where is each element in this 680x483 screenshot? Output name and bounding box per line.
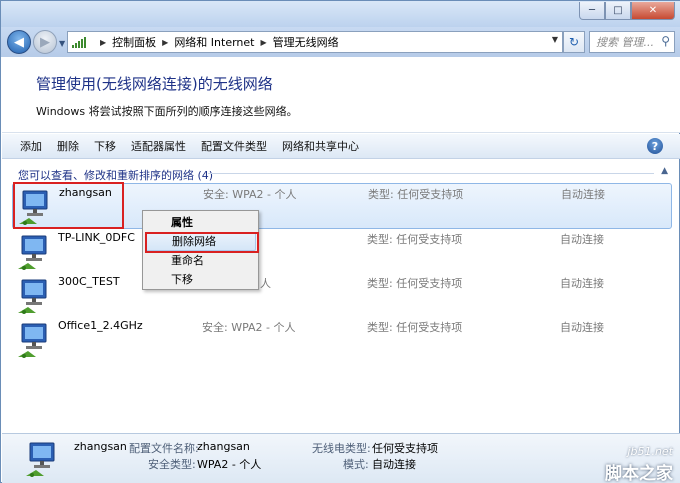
details-radio-label: 无线电类型: bbox=[312, 442, 371, 455]
network-row[interactable]: TP-LINK_0DFC 类型: 任何受支持项 自动连接 bbox=[12, 229, 672, 275]
search-placeholder: 搜索 管理... bbox=[596, 36, 654, 49]
details-pane: zhangsan 配置文件名称: zhangsan 无线电类型: 任何受支持项 … bbox=[2, 433, 680, 483]
maximize-button[interactable]: □ bbox=[605, 2, 631, 20]
group-label: 您可以查看、修改和重新排序的网络 (4) bbox=[18, 169, 214, 182]
close-button[interactable]: ✕ bbox=[631, 2, 675, 20]
address-bar[interactable]: ▶ 控制面板 ▶ 网络和 Internet ▶ 管理无线网络 ▼ bbox=[67, 31, 563, 53]
context-menu: 属性 删除网络 重命名 下移 bbox=[142, 210, 259, 290]
help-icon[interactable]: ? bbox=[647, 138, 663, 154]
recent-pages-chevron-icon[interactable]: ▼ bbox=[59, 39, 65, 48]
network-type: 类型: 任何受支持项 bbox=[367, 321, 463, 334]
refresh-button[interactable]: ↻ bbox=[563, 31, 585, 53]
network-group-header[interactable]: 您可以查看、修改和重新排序的网络 (4) ▲ bbox=[2, 161, 680, 183]
address-dropdown-icon[interactable]: ▼ bbox=[552, 35, 558, 44]
menu-item-rename[interactable]: 重命名 bbox=[145, 251, 256, 270]
breadcrumb-separator-icon: ▶ bbox=[162, 37, 169, 47]
add-button[interactable]: 添加 bbox=[20, 138, 42, 154]
details-security-label: 安全类型: bbox=[148, 458, 196, 471]
network-type: 类型: 任何受支持项 bbox=[368, 188, 464, 201]
network-security: 安全: WPA2 - 个人 bbox=[202, 321, 296, 334]
network-type: 类型: 任何受支持项 bbox=[367, 233, 463, 246]
collapse-icon[interactable]: ▲ bbox=[661, 166, 668, 176]
search-input[interactable]: 搜索 管理... ⚲ bbox=[589, 31, 675, 53]
back-button[interactable]: ◀ bbox=[7, 30, 31, 54]
menu-highlight-box bbox=[145, 232, 259, 253]
adapter-properties-button[interactable]: 适配器属性 bbox=[131, 138, 186, 154]
network-mode: 自动连接 bbox=[560, 233, 604, 246]
details-profile-label: 配置文件名称: bbox=[129, 442, 199, 455]
remove-button[interactable]: 删除 bbox=[57, 138, 79, 154]
highlight-box bbox=[13, 182, 124, 229]
breadcrumb-separator-icon: ▶ bbox=[260, 37, 267, 47]
details-profile-value: zhangsan bbox=[197, 440, 250, 453]
details-network-name: zhangsan bbox=[74, 440, 127, 453]
wireless-network-icon bbox=[14, 277, 54, 320]
network-sharing-center-button[interactable]: 网络和共享中心 bbox=[282, 138, 359, 154]
network-signal-icon bbox=[72, 36, 88, 48]
details-mode-label: 模式: bbox=[343, 458, 369, 471]
navigation-bar: ◀ ▶ ▼ ▶ 控制面板 ▶ 网络和 Internet ▶ 管理无线网络 ▼ ↻… bbox=[1, 27, 680, 57]
search-icon[interactable]: ⚲ bbox=[661, 34, 670, 48]
network-name: 300C_TEST bbox=[58, 275, 120, 288]
forward-button[interactable]: ▶ bbox=[33, 30, 57, 54]
network-mode: 自动连接 bbox=[560, 277, 604, 290]
breadcrumb: ▶ 控制面板 ▶ 网络和 Internet ▶ 管理无线网络 bbox=[94, 34, 339, 50]
page-title: 管理使用(无线网络连接)的无线网络 bbox=[36, 75, 273, 93]
menu-item-properties[interactable]: 属性 bbox=[145, 213, 256, 232]
window: ─ □ ✕ ◀ ▶ ▼ ▶ 控制面板 ▶ 网络和 Internet ▶ 管理无线… bbox=[0, 0, 680, 483]
toolbar: 添加 删除 下移 适配器属性 配置文件类型 网络和共享中心 ? bbox=[2, 134, 680, 159]
details-security-value: WPA2 - 个人 bbox=[197, 458, 262, 471]
wireless-network-icon bbox=[14, 233, 54, 276]
network-security: 安全: WPA2 - 个人 bbox=[203, 188, 297, 201]
breadcrumb-manage-wireless[interactable]: 管理无线网络 bbox=[273, 34, 339, 50]
group-divider bbox=[208, 173, 654, 174]
title-bar: ─ □ ✕ bbox=[1, 1, 680, 27]
breadcrumb-separator-icon: ▶ bbox=[100, 37, 107, 47]
network-row[interactable]: Office1_2.4GHz 安全: WPA2 - 个人 类型: 任何受支持项 … bbox=[12, 317, 672, 363]
move-down-button[interactable]: 下移 bbox=[94, 138, 116, 154]
network-mode: 自动连接 bbox=[561, 188, 605, 201]
menu-item-move-down[interactable]: 下移 bbox=[145, 270, 256, 289]
page-subtitle: Windows 将尝试按照下面所列的顺序连接这些网络。 bbox=[36, 105, 298, 118]
network-name: Office1_2.4GHz bbox=[58, 319, 143, 332]
window-controls: ─ □ ✕ bbox=[579, 2, 675, 20]
page-header: 管理使用(无线网络连接)的无线网络 Windows 将尝试按照下面所列的顺序连接… bbox=[2, 57, 680, 133]
network-type: 类型: 任何受支持项 bbox=[367, 277, 463, 290]
wireless-network-icon bbox=[22, 440, 62, 483]
profile-types-button[interactable]: 配置文件类型 bbox=[201, 138, 267, 154]
wireless-network-icon bbox=[14, 321, 54, 364]
network-mode: 自动连接 bbox=[560, 321, 604, 334]
network-row[interactable]: 300C_TEST 人 类型: 任何受支持项 自动连接 bbox=[12, 273, 672, 319]
details-mode-value: 自动连接 bbox=[372, 458, 416, 471]
network-security: 人 bbox=[260, 277, 271, 290]
breadcrumb-control-panel[interactable]: 控制面板 bbox=[112, 34, 156, 50]
watermark-brand: 脚本之家 bbox=[605, 464, 673, 483]
details-radio-value: 任何受支持项 bbox=[372, 442, 438, 455]
watermark-site: jb51.net bbox=[627, 445, 673, 458]
minimize-button[interactable]: ─ bbox=[579, 2, 605, 20]
breadcrumb-network-internet[interactable]: 网络和 Internet bbox=[174, 34, 254, 50]
network-name: TP-LINK_0DFC bbox=[58, 231, 135, 244]
